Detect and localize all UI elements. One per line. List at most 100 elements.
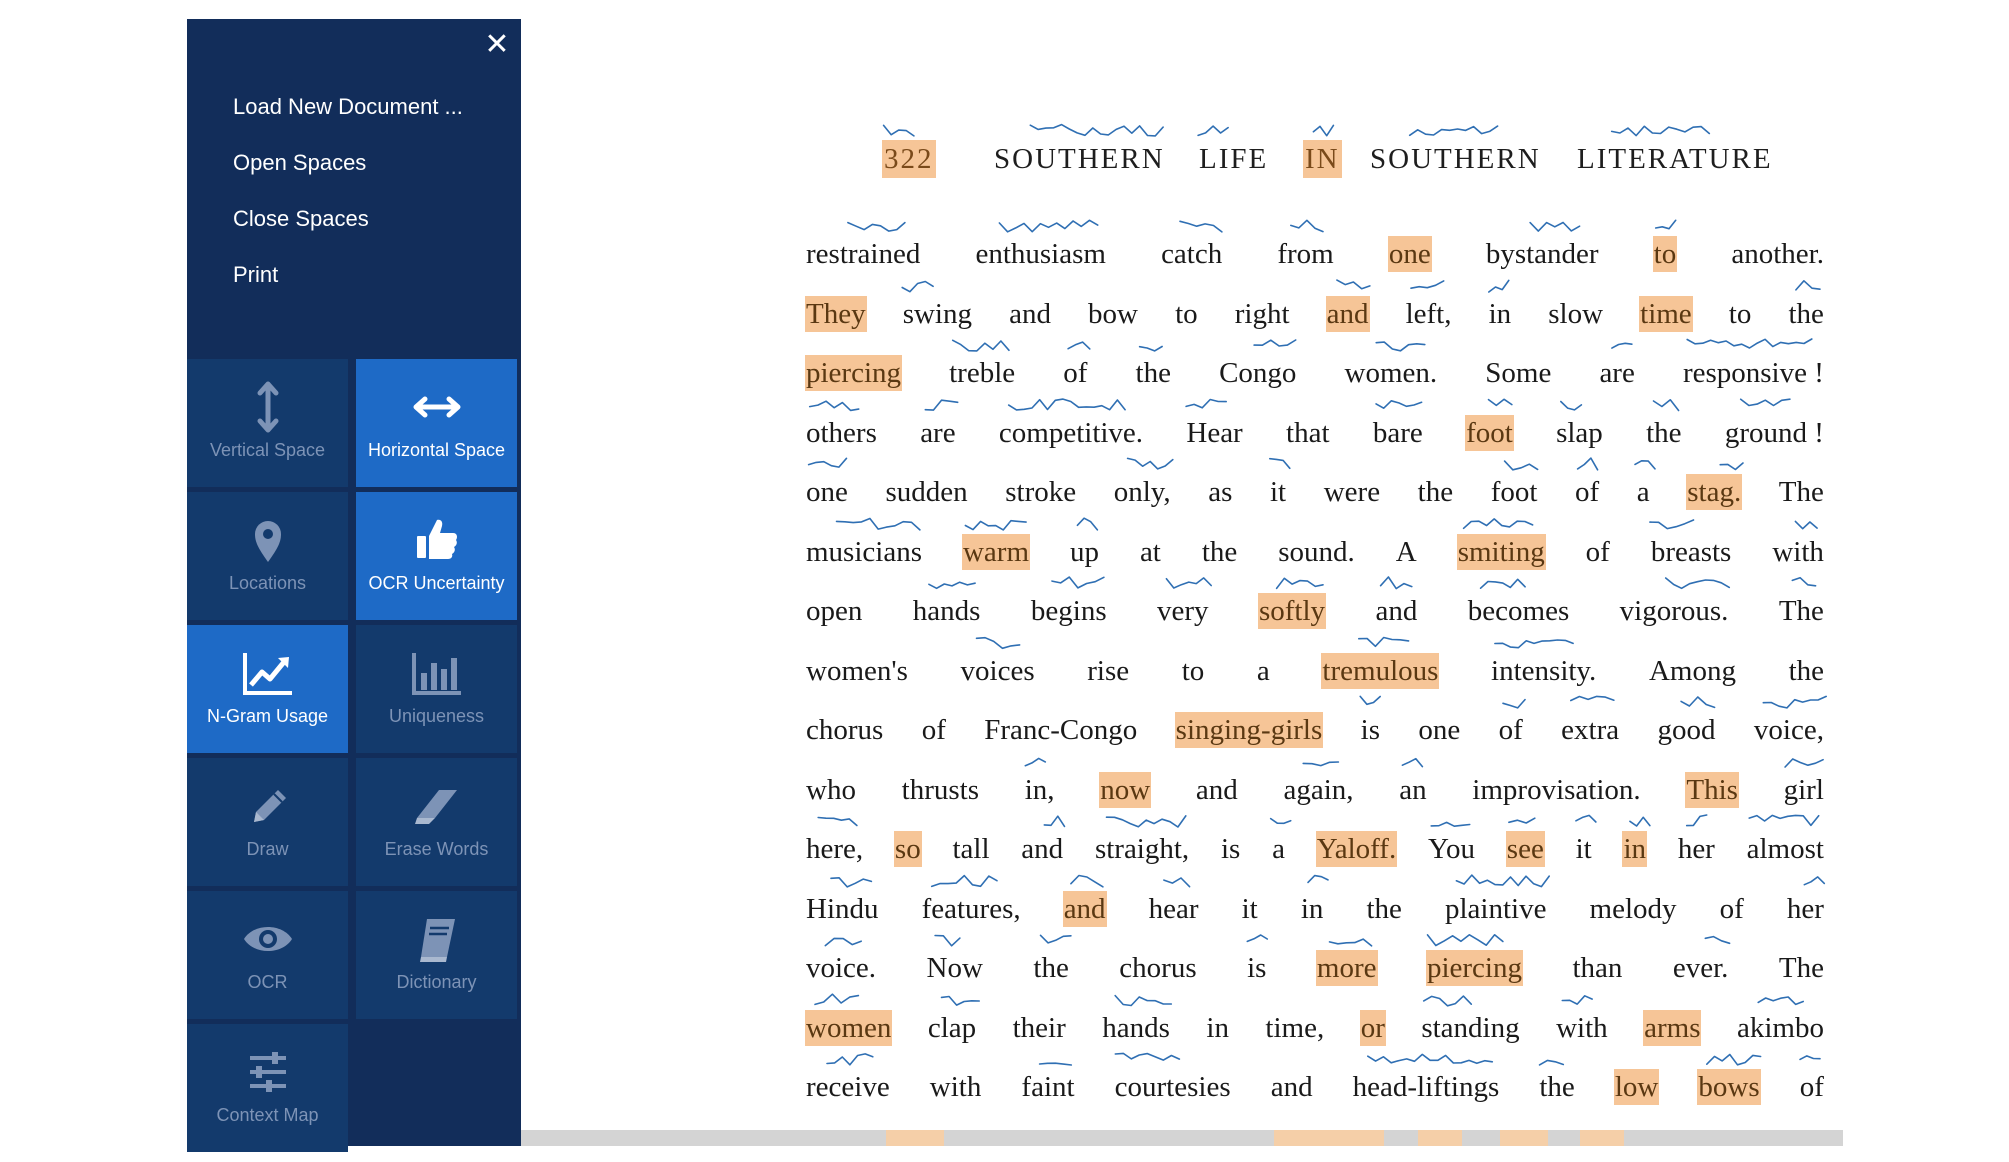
word[interactable]: with	[1771, 534, 1825, 570]
word[interactable]: women's	[805, 653, 909, 689]
word[interactable]: akimbo	[1736, 1010, 1825, 1046]
word[interactable]: in	[1300, 891, 1325, 927]
word[interactable]: in	[1488, 296, 1513, 332]
word[interactable]: and	[1008, 296, 1052, 332]
word[interactable]: competitive.	[998, 415, 1144, 451]
word[interactable]: Some	[1484, 355, 1552, 391]
word[interactable]: warm	[961, 534, 1030, 570]
word[interactable]: hands	[912, 593, 982, 629]
word[interactable]: extra	[1560, 712, 1620, 748]
word[interactable]: at	[1139, 534, 1162, 570]
word[interactable]: Congo	[1218, 355, 1297, 391]
word[interactable]: musicians	[805, 534, 923, 570]
word[interactable]: time	[1639, 296, 1693, 332]
word[interactable]: faint	[1020, 1069, 1075, 1105]
word[interactable]: chorus	[1118, 950, 1197, 986]
word[interactable]: with	[929, 1069, 983, 1105]
word[interactable]: of	[1062, 355, 1088, 391]
word[interactable]: a	[1256, 653, 1271, 689]
word[interactable]: in,	[1024, 772, 1056, 808]
word[interactable]: her	[1786, 891, 1825, 927]
word[interactable]: from	[1276, 236, 1334, 272]
word[interactable]: one	[1387, 236, 1432, 272]
word[interactable]: ground !	[1724, 415, 1825, 451]
word[interactable]: plaintive	[1444, 891, 1547, 927]
word[interactable]: were	[1323, 474, 1381, 510]
word[interactable]: Franc-Congo	[983, 712, 1138, 748]
word[interactable]: a	[1636, 474, 1651, 510]
word[interactable]: of	[1498, 712, 1524, 748]
word[interactable]: their	[1012, 1010, 1067, 1046]
word[interactable]: begins	[1030, 593, 1108, 629]
word[interactable]: women	[805, 1010, 893, 1046]
word[interactable]: are	[919, 415, 956, 451]
word[interactable]: breasts	[1650, 534, 1733, 570]
word[interactable]: foot	[1490, 474, 1539, 510]
word[interactable]: almost	[1746, 831, 1825, 867]
word[interactable]: singing-girls	[1174, 712, 1324, 748]
word[interactable]: Hindu	[805, 891, 880, 927]
word[interactable]: enthusiasm	[974, 236, 1107, 272]
word[interactable]: to	[1728, 296, 1753, 332]
word[interactable]: up	[1069, 534, 1100, 570]
word[interactable]: of	[1799, 1069, 1825, 1105]
word[interactable]: smiting	[1456, 534, 1546, 570]
word[interactable]: to	[1181, 653, 1206, 689]
word[interactable]: piercing	[805, 355, 903, 391]
word[interactable]: one	[1417, 712, 1461, 748]
word[interactable]: They	[805, 296, 867, 332]
word[interactable]: bows	[1697, 1069, 1761, 1105]
word[interactable]: are	[1598, 355, 1635, 391]
word[interactable]: head-liftings	[1352, 1069, 1501, 1105]
word[interactable]: only,	[1113, 474, 1172, 510]
word[interactable]: foot	[1465, 415, 1514, 451]
word[interactable]: Yaloff.	[1315, 831, 1398, 867]
word[interactable]: very	[1156, 593, 1210, 629]
word[interactable]: stroke	[1004, 474, 1077, 510]
word[interactable]: good	[1657, 712, 1717, 748]
word[interactable]: receive	[805, 1069, 891, 1105]
word[interactable]: the	[1032, 950, 1069, 986]
word[interactable]: the	[1787, 296, 1824, 332]
word[interactable]: to	[1174, 296, 1199, 332]
word[interactable]: ever.	[1672, 950, 1730, 986]
word[interactable]: and	[1374, 593, 1418, 629]
word[interactable]: standing	[1420, 1010, 1520, 1046]
word[interactable]: becomes	[1467, 593, 1570, 629]
word[interactable]: in	[1622, 831, 1648, 867]
word[interactable]: stag.	[1686, 474, 1743, 510]
word[interactable]: the	[1788, 653, 1825, 689]
word[interactable]: courtesies	[1114, 1069, 1232, 1105]
word[interactable]: chorus	[805, 712, 884, 748]
word[interactable]: A	[1395, 534, 1418, 570]
word[interactable]: swing	[902, 296, 973, 332]
word[interactable]: an	[1398, 772, 1427, 808]
word[interactable]: bare	[1372, 415, 1424, 451]
word[interactable]: and	[1270, 1069, 1314, 1105]
word[interactable]: slap	[1555, 415, 1604, 451]
word[interactable]: Now	[926, 950, 984, 986]
word[interactable]: tall	[951, 831, 990, 867]
word[interactable]: sound.	[1277, 534, 1356, 570]
word[interactable]: the	[1135, 355, 1172, 391]
word[interactable]: bow	[1087, 296, 1139, 332]
word[interactable]: and	[1020, 831, 1064, 867]
word[interactable]: improvisation.	[1471, 772, 1641, 808]
word[interactable]: voice.	[805, 950, 877, 986]
word[interactable]: and	[1325, 296, 1370, 332]
horizontal-scrollbar[interactable]	[521, 1130, 1843, 1146]
word[interactable]: as	[1207, 474, 1233, 510]
word[interactable]: piercing	[1425, 950, 1523, 986]
word[interactable]: open	[805, 593, 863, 629]
word[interactable]: bystander	[1485, 236, 1600, 272]
word[interactable]: Among	[1648, 653, 1737, 689]
word[interactable]: in	[1205, 1010, 1230, 1046]
word[interactable]: others	[805, 415, 878, 451]
word[interactable]: treble	[948, 355, 1016, 391]
word[interactable]: clap	[927, 1010, 977, 1046]
word[interactable]: restrained	[805, 236, 921, 272]
word[interactable]: see	[1505, 831, 1545, 867]
word[interactable]: hear	[1148, 891, 1200, 927]
word[interactable]: here,	[805, 831, 864, 867]
word[interactable]: more	[1315, 950, 1378, 986]
